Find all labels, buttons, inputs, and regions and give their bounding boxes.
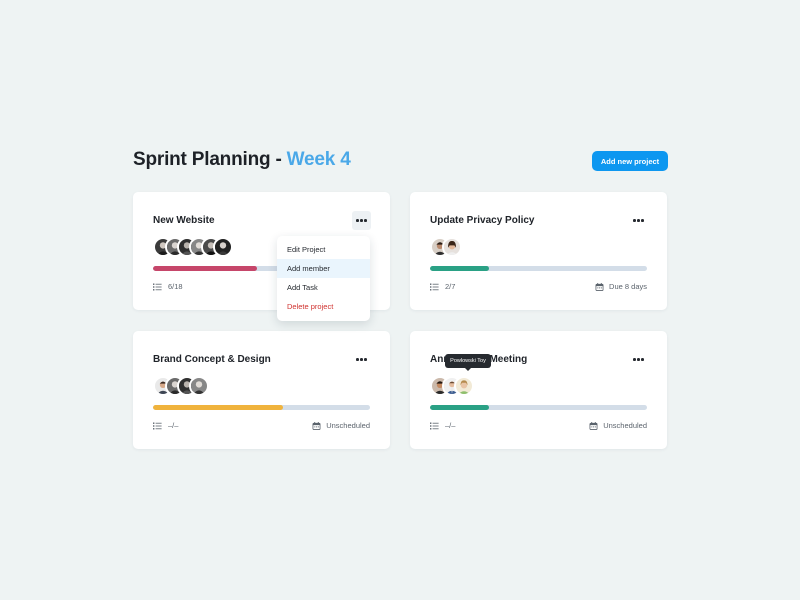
task-count-text: 6/18 bbox=[168, 282, 183, 291]
due-date: Unscheduled bbox=[312, 421, 370, 430]
avatar[interactable] bbox=[189, 376, 209, 396]
more-options-button[interactable] bbox=[629, 211, 648, 230]
progress-fill bbox=[430, 405, 489, 410]
project-context-menu: Edit Project Add member Add Task Delete … bbox=[277, 236, 370, 321]
due-date-text: Unscheduled bbox=[603, 421, 647, 430]
progress-bar bbox=[430, 266, 647, 271]
member-avatars bbox=[153, 237, 233, 257]
project-title[interactable]: New Website bbox=[153, 215, 215, 226]
avatar[interactable] bbox=[213, 237, 233, 257]
project-title[interactable]: Brand Concept & Design bbox=[153, 354, 271, 365]
progress-bar bbox=[153, 405, 370, 410]
project-card-meeting[interactable]: Ann Meeting –/– Unscheduled bbox=[410, 331, 667, 449]
more-icon bbox=[356, 358, 367, 361]
due-date-text: Unscheduled bbox=[326, 421, 370, 430]
checklist-icon bbox=[430, 422, 439, 429]
more-options-button[interactable] bbox=[352, 350, 371, 369]
page-title: Sprint Planning - Week 4 bbox=[133, 149, 351, 171]
avatar-tooltip: Powlowski Toy bbox=[445, 354, 491, 371]
more-options-button[interactable] bbox=[352, 211, 371, 230]
calendar-icon bbox=[589, 421, 598, 430]
project-title-end: Meeting bbox=[489, 354, 528, 365]
add-new-project-button[interactable]: Add new project bbox=[592, 151, 668, 171]
more-icon bbox=[356, 219, 367, 222]
calendar-icon bbox=[312, 421, 321, 430]
avatar[interactable] bbox=[454, 376, 474, 396]
page-title-main: Sprint Planning - bbox=[133, 149, 287, 170]
task-count-text: 2/7 bbox=[445, 282, 456, 291]
more-options-button[interactable] bbox=[629, 350, 648, 369]
member-avatars bbox=[430, 237, 462, 257]
progress-bar bbox=[430, 405, 647, 410]
progress-fill bbox=[430, 266, 489, 271]
due-date-text: Due 8 days bbox=[609, 282, 647, 291]
avatar[interactable] bbox=[442, 237, 462, 257]
due-date: Unscheduled bbox=[589, 421, 647, 430]
project-title[interactable]: Update Privacy Policy bbox=[430, 215, 535, 226]
task-count: –/– bbox=[153, 421, 178, 430]
task-count: 2/7 bbox=[430, 282, 455, 291]
menu-item-add-member[interactable]: Add member bbox=[277, 259, 370, 278]
menu-item-edit-project[interactable]: Edit Project bbox=[277, 240, 370, 259]
more-icon bbox=[633, 219, 644, 222]
project-card-brand-concept-design[interactable]: Brand Concept & Design –/– Unscheduled bbox=[133, 331, 390, 449]
due-date: Due 8 days bbox=[595, 282, 647, 291]
page-title-week: Week 4 bbox=[286, 149, 351, 170]
task-count: 6/18 bbox=[153, 282, 183, 291]
task-count-text: –/– bbox=[168, 421, 179, 430]
checklist-icon bbox=[430, 283, 439, 290]
checklist-icon bbox=[153, 422, 162, 429]
progress-fill bbox=[153, 266, 258, 271]
project-card-update-privacy-policy[interactable]: Update Privacy Policy 2/7 Due 8 days bbox=[410, 192, 667, 310]
member-avatars bbox=[430, 376, 474, 396]
more-icon bbox=[633, 358, 644, 361]
task-count-text: –/– bbox=[445, 421, 456, 430]
progress-fill bbox=[153, 405, 284, 410]
menu-item-add-task[interactable]: Add Task bbox=[277, 278, 370, 297]
calendar-icon bbox=[595, 282, 604, 291]
checklist-icon bbox=[153, 283, 162, 290]
member-avatars bbox=[153, 376, 209, 396]
menu-item-delete-project[interactable]: Delete project bbox=[277, 297, 370, 316]
task-count: –/– bbox=[430, 421, 455, 430]
